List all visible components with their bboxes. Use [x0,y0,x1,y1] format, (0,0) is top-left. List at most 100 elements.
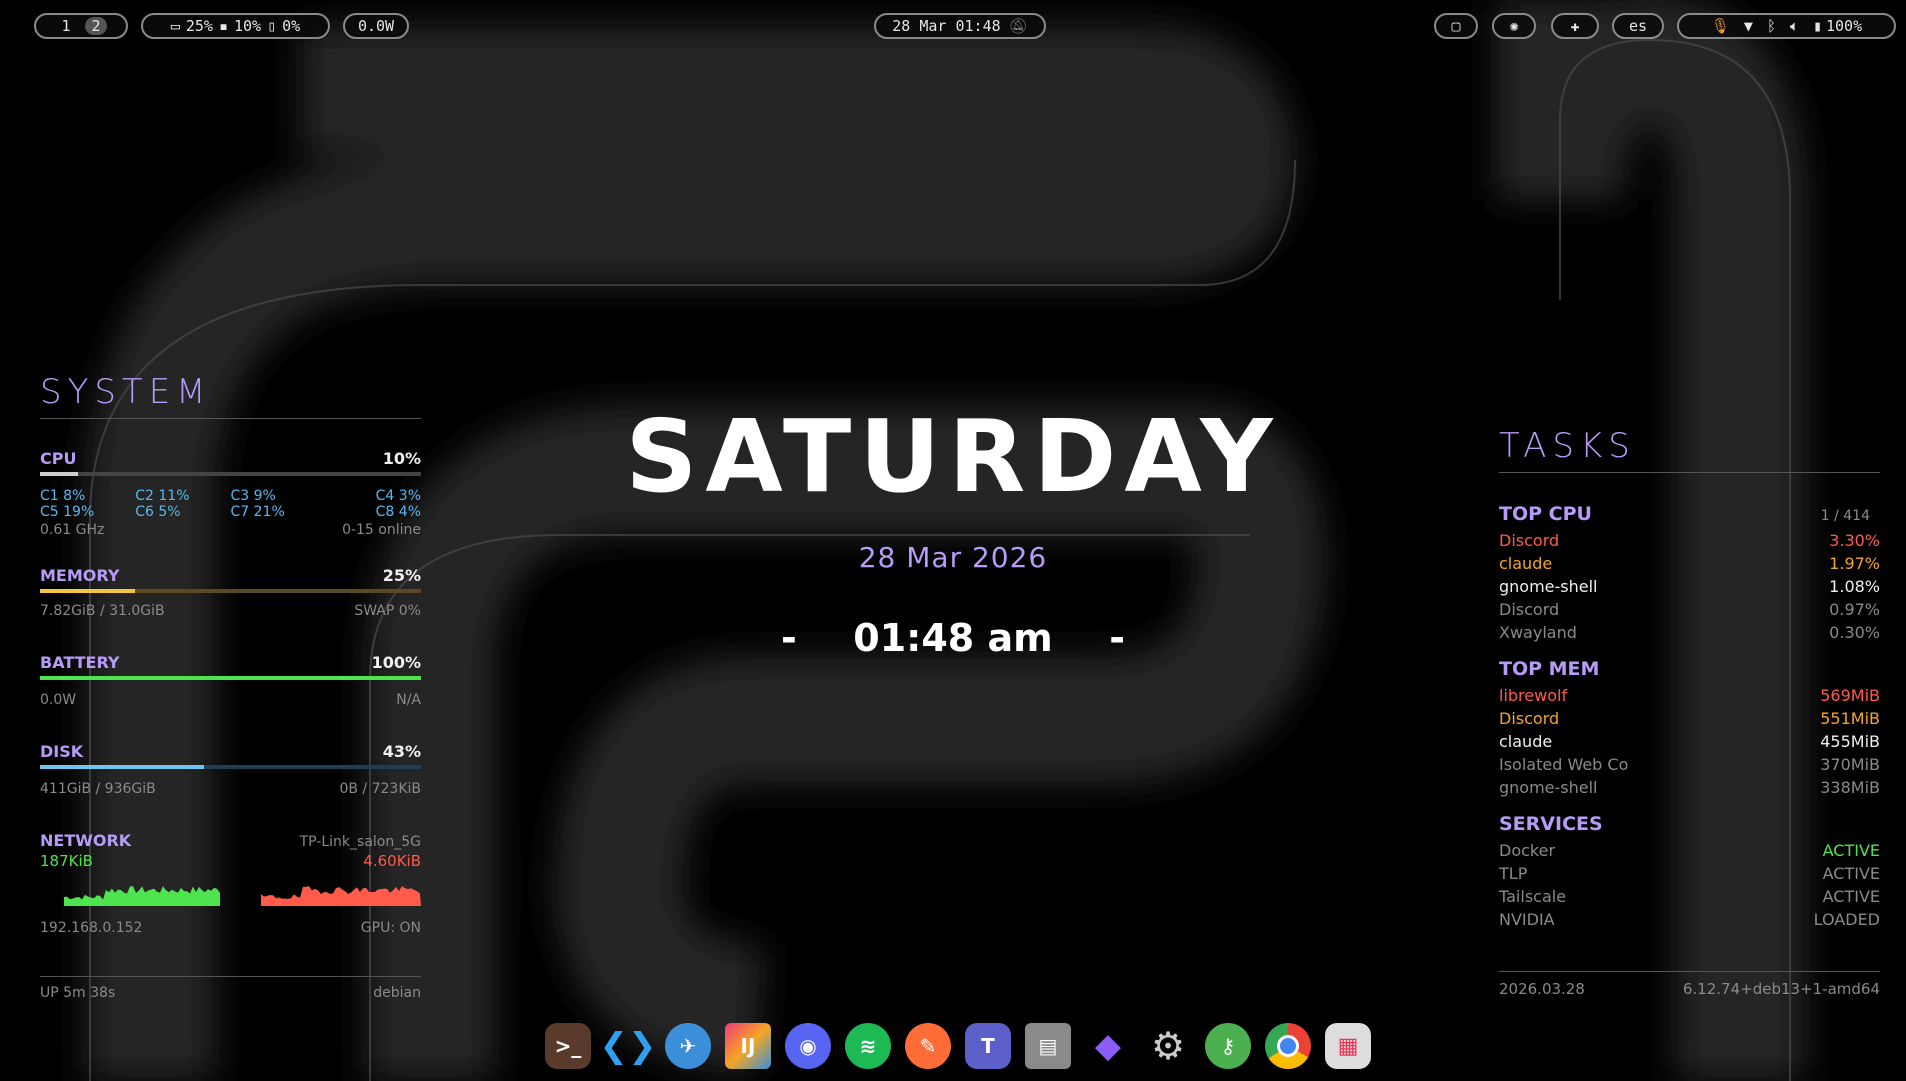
workspace-switcher: 1 2 [34,13,128,39]
spotify-icon[interactable]: ≋ [845,1023,891,1069]
chrome-icon[interactable] [1265,1023,1311,1069]
top-cpu-section: TOP CPU 1 / 414 Discord 3.30% claude 1.97% g… [1499,503,1880,644]
terminal-icon[interactable]: >_ [545,1023,591,1069]
wifi-icon[interactable]: ▼ [1744,17,1753,35]
apps-grid-icon[interactable]: ▦ [1325,1023,1371,1069]
cpu-icon: ▭ [170,17,180,35]
battery-icon: ▮ [1812,17,1822,35]
keyboard-layout-button[interactable]: es [1612,13,1664,39]
top-cpu-value: 1.08% [1829,577,1880,596]
teams-icon[interactable]: T [965,1023,1011,1069]
intellij-icon[interactable]: IJ [725,1023,771,1069]
kernel-version: 6.12.74+deb13+1-amd64 [1682,980,1880,998]
disk-io: 0B / 723KiB [339,781,421,797]
puzzle-icon: ✚ [1570,17,1580,35]
top-mem-name: librewolf [1499,686,1568,705]
top-cpu-label: TOP CPU [1499,503,1592,525]
system-tray[interactable]: 🎙︎ ▼ ᛒ 🔈︎ ▮ 100% [1677,13,1896,39]
volume-icon[interactable]: 🔈︎ [1790,17,1799,35]
download-speed: 187KiB [40,852,93,870]
keyboard-layout-label: es [1628,17,1648,35]
brightness-icon: ✺ [1509,17,1519,35]
clock-pill[interactable]: 28 Mar 01:48 🔕︎ [874,13,1046,39]
top-cpu-name: Discord [1499,600,1560,619]
top-cpu-row: gnome-shell 1.08% [1499,575,1880,598]
cpu-usage: 25% [185,17,213,35]
memory-usage: 10% [233,17,262,35]
bluetooth-icon[interactable]: ᛒ [1767,17,1776,35]
service-row: NVIDIA LOADED [1499,908,1880,931]
divider [1499,971,1880,972]
services-label: SERVICES [1499,813,1603,835]
vscode-icon[interactable]: ❮❯ [600,1023,657,1069]
keys-icon[interactable]: ⚷ [1205,1023,1251,1069]
disk-label: DISK [40,742,84,761]
top-cpu-name: Discord [1499,531,1560,550]
top-mem-row: Discord 551MiB [1499,707,1880,730]
workspace-1-button[interactable]: 1 [55,17,77,35]
ip-address: 192.168.0.152 [40,920,143,936]
cpu-online: 0-15 online [342,522,421,538]
network-section: NETWORK TP-Link_salon_5G 187KiB 4.60KiB … [40,831,421,936]
top-cpu-value: 1.97% [1829,554,1880,573]
dock: >_ ❮❯ ✈ IJ ◉ ≋ ✎ T ▤ ◆ ⚙ ⚷ ▦ [538,1016,1378,1076]
distro-name: debian [373,985,421,1001]
top-cpu-row: claude 1.97% [1499,552,1880,575]
upload-speed: 4.60KiB [363,852,421,870]
settings-icon[interactable]: ⚙ [1145,1023,1191,1069]
service-row: TLP ACTIVE [1499,862,1880,885]
battery-state: N/A [396,692,421,708]
top-mem-value: 551MiB [1820,709,1880,728]
top-mem-value: 338MiB [1820,778,1880,797]
service-value: ACTIVE [1822,864,1880,883]
top-cpu-name: Xwayland [1499,623,1577,642]
discord-icon[interactable]: ◉ [785,1023,831,1069]
process-count: 1 / 414 [1820,508,1870,524]
tasks-panel: TASKS TOP CPU 1 / 414 Discord 3.30% claude… [1499,426,1880,998]
service-value: LOADED [1813,910,1880,929]
gpu-status: GPU: ON [360,920,421,936]
extensions-button[interactable]: ✚ [1551,13,1599,39]
services-section: SERVICES Docker ACTIVE TLP ACTIVE Tailscale A… [1499,813,1880,931]
service-name: Tailscale [1499,887,1567,906]
battery-section: BATTERY 100% 0.0W N/A [40,653,421,708]
top-mem-value: 455MiB [1820,732,1880,751]
resource-indicator[interactable]: ▭ 25% ▪ 10% ▯ 0% [141,13,330,39]
service-row: Docker ACTIVE [1499,839,1880,862]
temp-usage: 0% [282,17,301,35]
notifications-muted-icon: 🔕︎ [1008,17,1028,35]
dash-right: - [1109,616,1125,660]
browser-icon[interactable]: ✈ [665,1023,711,1069]
workspace-2-button[interactable]: 2 [85,17,107,35]
clipboard-icon: ▢ [1451,17,1461,35]
top-mem-row: gnome-shell 338MiB [1499,776,1880,799]
postman-icon[interactable]: ✎ [905,1023,951,1069]
top-cpu-name: gnome-shell [1499,577,1598,596]
top-cpu-value: 0.30% [1829,623,1880,642]
dash-left: - [781,616,797,660]
top-cpu-name: claude [1499,554,1553,573]
top-mem-name: Isolated Web Co [1499,755,1629,774]
disk-bar [40,765,421,769]
top-mem-row: claude 455MiB [1499,730,1880,753]
service-name: TLP [1499,864,1528,883]
clipboard-button[interactable]: ▢ [1434,13,1478,39]
top-mem-label: TOP MEM [1499,658,1600,680]
obsidian-icon[interactable]: ◆ [1085,1023,1131,1069]
brightness-button[interactable]: ✺ [1492,13,1536,39]
top-mem-name: gnome-shell [1499,778,1598,797]
microphone-icon[interactable]: 🎙︎ [1711,17,1730,35]
power-indicator[interactable]: 0.0W [343,13,409,39]
uptime: UP 5m 38s [40,985,116,1001]
top-mem-name: Discord [1499,709,1560,728]
top-mem-name: claude [1499,732,1553,751]
clock-text: 28 Mar 01:48 [892,17,1001,35]
network-label: NETWORK [40,831,132,850]
files-icon[interactable]: ▤ [1025,1023,1071,1069]
temperature-icon: ▯ [267,17,277,35]
divider [1499,472,1880,473]
footer-date: 2026.03.28 [1499,980,1585,998]
tasks-heading: TASKS [1499,426,1636,466]
cpu-frequency: 0.61 GHz [40,522,105,538]
top-mem-row: Isolated Web Co 370MiB [1499,753,1880,776]
